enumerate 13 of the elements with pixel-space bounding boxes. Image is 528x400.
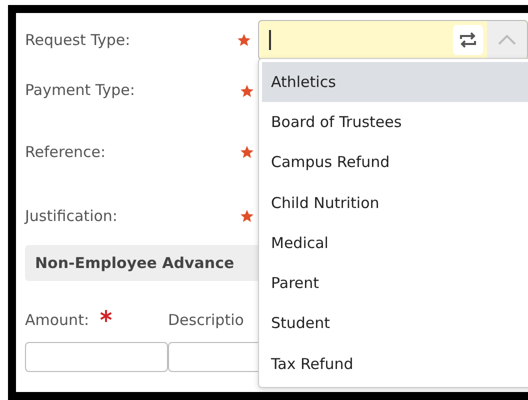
input-field[interactable] xyxy=(25,342,168,372)
field-label: Justification: xyxy=(25,206,118,227)
dropdown-option[interactable]: Athletics xyxy=(262,62,528,102)
field-label: Payment Type: xyxy=(25,80,136,102)
text-cursor xyxy=(268,30,271,50)
field-label: Amount: xyxy=(25,310,89,331)
field-label: Descriptio xyxy=(168,310,244,331)
swap-button[interactable] xyxy=(453,25,483,55)
field-label: Reference: xyxy=(25,142,107,163)
section-title: Non-Employee Advance xyxy=(35,252,234,274)
chevron-icon xyxy=(498,35,516,45)
field-label: Request Type: xyxy=(25,30,132,51)
swap-arrows-icon xyxy=(459,32,477,48)
